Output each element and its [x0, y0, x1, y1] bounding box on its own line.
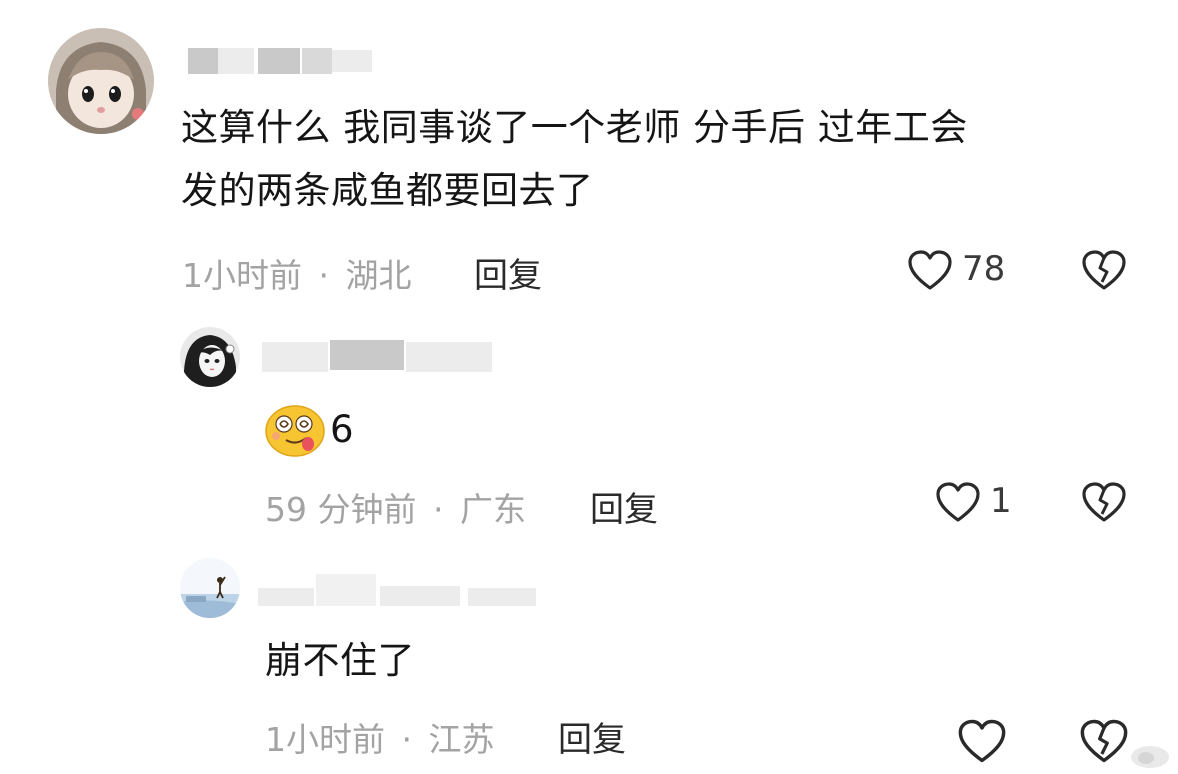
watermark-logo	[1128, 740, 1172, 770]
reply-button[interactable]: 回复	[558, 712, 626, 761]
like-count: 1	[990, 481, 1012, 521]
comment-time: 1小时前	[182, 256, 302, 295]
comment-location: 湖北	[345, 256, 412, 295]
like-button[interactable]	[906, 248, 954, 292]
like-button[interactable]	[934, 480, 982, 524]
comment-location: 广东	[459, 490, 526, 529]
broken-heart-icon	[1080, 719, 1128, 763]
blurred-username[interactable]	[258, 338, 498, 378]
monochrome-girl-avatar-icon	[180, 327, 240, 387]
beach-person-avatar-icon	[180, 558, 240, 618]
broken-heart-icon	[1082, 250, 1126, 290]
broken-heart-icon	[1082, 482, 1126, 522]
comment-meta: 1小时前 · 湖北	[182, 249, 412, 297]
reply-button[interactable]: 回复	[474, 248, 542, 297]
dislike-button[interactable]	[1078, 708, 1130, 774]
anime-girl-avatar-icon	[48, 28, 154, 134]
watermark-icon	[1131, 746, 1169, 768]
comment-emoji	[264, 404, 326, 458]
reply-button[interactable]: 回复	[590, 482, 658, 531]
blurred-username[interactable]	[178, 36, 398, 80]
meta-separator: ·	[432, 490, 444, 529]
dizzy-tongue-face-emoji-icon	[265, 405, 325, 457]
like-count: 78	[962, 249, 1006, 289]
comment-text: 这算什么 我同事谈了一个老师 分手后 过年工会 发的两条咸鱼都要回去了	[181, 96, 1141, 222]
comment-time: 1小时前	[265, 720, 385, 759]
comment-text-line: 这算什么 我同事谈了一个老师 分手后 过年工会	[181, 106, 968, 149]
like-button[interactable]	[956, 708, 1008, 774]
commenter-avatar[interactable]	[180, 558, 240, 618]
commenter-avatar[interactable]	[48, 28, 154, 134]
comment-meta: 59 分钟前 · 广东	[265, 483, 526, 531]
heart-outline-icon	[958, 719, 1006, 763]
comment-text-line: 发的两条咸鱼都要回去了	[181, 169, 594, 212]
dislike-button[interactable]	[1080, 480, 1128, 524]
comment-text: 崩不住了	[265, 639, 415, 682]
dislike-button[interactable]	[1080, 248, 1128, 292]
heart-outline-icon	[936, 482, 980, 522]
comment-text: 6	[330, 408, 355, 451]
comment-location: 江苏	[428, 720, 495, 759]
meta-separator: ·	[401, 720, 413, 759]
meta-separator: ·	[318, 256, 330, 295]
commenter-avatar[interactable]	[180, 327, 240, 387]
comment-time: 59 分钟前	[265, 490, 417, 529]
comment-meta: 1小时前 · 江苏	[265, 713, 495, 761]
blurred-username[interactable]	[256, 570, 546, 610]
heart-outline-icon	[908, 250, 952, 290]
